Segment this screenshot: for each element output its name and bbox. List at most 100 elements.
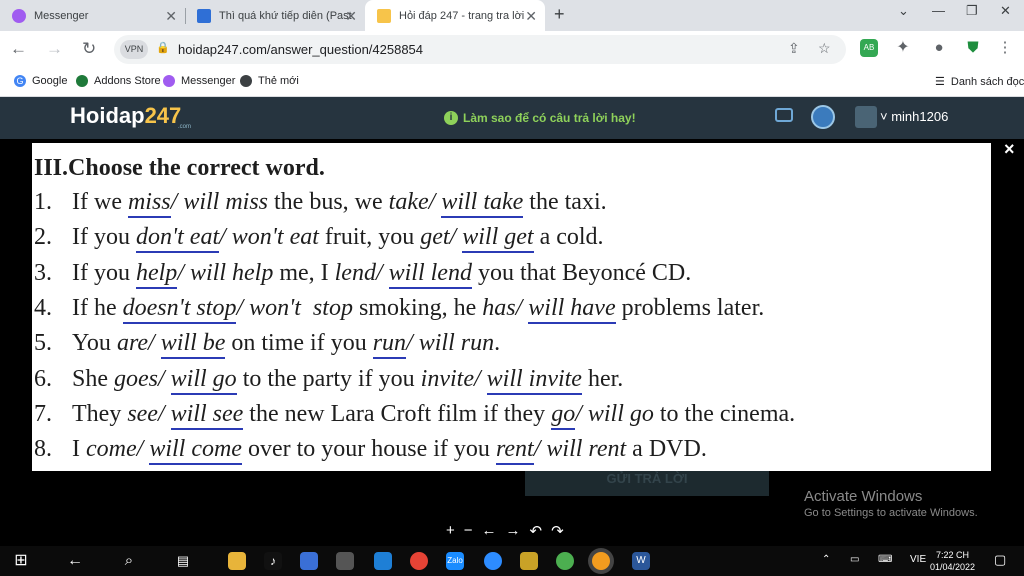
zalo-icon[interactable]: Zalo bbox=[446, 552, 464, 570]
option-text: / will run bbox=[406, 330, 495, 357]
puzzle-icon[interactable]: ✦ bbox=[894, 39, 912, 57]
share-icon[interactable]: ⇪ bbox=[788, 40, 800, 57]
store-icon[interactable] bbox=[300, 552, 318, 570]
avatar[interactable] bbox=[855, 106, 877, 128]
chrome-icon[interactable] bbox=[410, 552, 428, 570]
profile-icon[interactable]: ● bbox=[930, 39, 948, 57]
site-logo[interactable]: Hoidap247 bbox=[70, 103, 181, 129]
sentence-text: over to your house if you bbox=[241, 436, 496, 463]
reload-icon[interactable]: ↻ bbox=[82, 39, 96, 59]
language-indicator[interactable]: VIE bbox=[910, 554, 926, 565]
photos-icon[interactable] bbox=[374, 552, 392, 570]
windows-start-icon[interactable]: ⊞ bbox=[12, 552, 30, 570]
close-window-button[interactable]: ✕ bbox=[1000, 3, 1011, 19]
reading-list-icon: ☰ bbox=[935, 76, 945, 88]
close-tab-icon[interactable]: ✕ bbox=[525, 8, 537, 25]
bookmark-google[interactable]: G Google bbox=[14, 75, 67, 87]
sentence-text: I bbox=[72, 436, 86, 463]
answer-tip-link[interactable]: i Làm sao để có câu trả lời hay! bbox=[444, 111, 636, 125]
option-text: / won't eat bbox=[219, 224, 319, 251]
tab-hoidap247[interactable]: Hỏi đáp 247 - trang tra lời ✕ bbox=[365, 0, 545, 31]
back-icon[interactable]: ← bbox=[10, 39, 27, 59]
new-tab-button[interactable]: + bbox=[554, 4, 565, 25]
chosen-answer: rent bbox=[495, 436, 534, 466]
bookmark-label: Messenger bbox=[181, 75, 236, 87]
bookmark-addons-store[interactable]: Addons Store bbox=[76, 75, 161, 87]
bookmark-star-icon[interactable]: ☆ bbox=[818, 40, 831, 57]
close-viewer-icon[interactable]: × bbox=[1004, 139, 1015, 160]
lock-icon[interactable]: 🔒 bbox=[156, 41, 170, 54]
minimize-button[interactable]: — bbox=[932, 3, 945, 18]
username[interactable]: ˅ minh1206 bbox=[880, 109, 948, 124]
chrome-active-icon[interactable] bbox=[592, 552, 610, 570]
zoom-out-icon[interactable]: − bbox=[464, 522, 473, 540]
line-number: 1. bbox=[34, 189, 52, 215]
clock-time: 7:22 CH bbox=[936, 550, 970, 560]
tab-search-icon[interactable]: ⌄ bbox=[898, 3, 909, 19]
bookmark-messenger[interactable]: Messenger bbox=[163, 75, 235, 87]
next-icon[interactable]: → bbox=[506, 522, 521, 540]
option-text: has/ bbox=[482, 294, 529, 321]
browser-toolbar: ← → ↻ VPN 🔒 hoidap247.com/answer_questio… bbox=[0, 31, 1024, 68]
show-hidden-icons[interactable]: ⌃ bbox=[822, 554, 830, 565]
exercise-image: III.Choose the correct word. 1. If we mis… bbox=[32, 143, 991, 471]
zoom-in-icon[interactable]: + bbox=[446, 522, 455, 540]
info-icon: i bbox=[444, 111, 458, 125]
sentence-text: the taxi. bbox=[523, 189, 607, 215]
zoom-icon[interactable] bbox=[484, 552, 502, 570]
option-text: get/ bbox=[420, 224, 463, 251]
rotate-right-icon[interactable]: ↷ bbox=[551, 522, 564, 540]
exercise-line: 7. They see/ will see the new Lara Croft … bbox=[34, 400, 795, 430]
line-number: 2. bbox=[34, 224, 52, 251]
messenger-icon bbox=[12, 8, 26, 23]
chat-icon[interactable] bbox=[775, 108, 793, 122]
shield-icon[interactable]: ⛊ bbox=[964, 39, 982, 57]
close-tab-icon[interactable]: ✕ bbox=[165, 8, 177, 25]
line-number: 5. bbox=[34, 330, 52, 357]
sentence-text: If you bbox=[72, 224, 136, 251]
reading-list[interactable]: ☰ Danh sách đọc bbox=[935, 75, 1024, 89]
address-bar[interactable]: VPN 🔒 hoidap247.com/answer_question/4258… bbox=[114, 35, 846, 64]
previous-icon[interactable]: ← bbox=[482, 522, 497, 540]
close-tab-icon[interactable]: ✕ bbox=[345, 8, 357, 25]
tiktok-icon[interactable]: ♪ bbox=[264, 552, 282, 570]
sentence-text: problems later. bbox=[615, 294, 765, 321]
notification-bell-icon[interactable] bbox=[811, 105, 835, 129]
vpn-badge[interactable]: VPN bbox=[120, 40, 148, 59]
tab-messenger[interactable]: Messenger ✕ bbox=[0, 0, 185, 31]
option-text: invite/ bbox=[420, 365, 487, 392]
forward-icon[interactable]: → bbox=[46, 39, 63, 59]
camera-icon[interactable] bbox=[336, 552, 354, 570]
search-icon[interactable]: ⌕ bbox=[120, 552, 138, 570]
line-number: 4. bbox=[34, 294, 52, 321]
tab-bar: Messenger ✕ Thì quá khứ tiếp diễn (Past … bbox=[0, 0, 1024, 31]
menu-icon[interactable]: ⋮ bbox=[996, 39, 1014, 57]
site-favicon bbox=[197, 8, 211, 23]
bookmark-label: Google bbox=[32, 75, 68, 87]
game-icon[interactable] bbox=[520, 552, 538, 570]
exercise-heading: III.Choose the correct word. bbox=[34, 155, 325, 181]
logo-number: 247 bbox=[144, 103, 182, 128]
restore-button[interactable]: ❐ bbox=[966, 3, 978, 19]
chosen-answer: help bbox=[135, 259, 178, 289]
chosen-answer: will lend bbox=[388, 259, 472, 289]
option-text: / will go bbox=[575, 400, 654, 427]
word-icon[interactable]: W bbox=[632, 552, 650, 570]
notification-icon[interactable]: ▢ bbox=[994, 552, 1006, 568]
back-arrow-icon[interactable]: ← bbox=[66, 552, 84, 570]
tab-past-continuous[interactable]: Thì quá khứ tiếp diễn (Past Co ✕ bbox=[185, 0, 365, 31]
file-explorer-icon[interactable] bbox=[228, 552, 246, 570]
keyboard-icon[interactable]: ⌨ bbox=[878, 554, 892, 565]
chrome-canary-icon[interactable] bbox=[556, 552, 574, 570]
tab-label: Hỏi đáp 247 - trang tra lời bbox=[399, 9, 525, 22]
battery-icon[interactable]: ▭ bbox=[850, 554, 859, 565]
rotate-left-icon[interactable]: ↶ bbox=[530, 522, 543, 540]
activate-windows-notice: Activate Windows Go to Settings to activ… bbox=[804, 488, 978, 519]
chosen-answer: will see bbox=[170, 400, 244, 430]
task-view-icon[interactable]: ▤ bbox=[174, 552, 192, 570]
line-number: 7. bbox=[34, 400, 52, 427]
extension-icon[interactable]: AB bbox=[860, 39, 878, 57]
clock[interactable]: 7:22 CH 01/04/2022 bbox=[930, 549, 975, 573]
bookmark-new-tab[interactable]: Thẻ mới bbox=[240, 75, 299, 87]
url-text[interactable]: hoidap247.com/answer_question/4258854 bbox=[178, 42, 423, 57]
